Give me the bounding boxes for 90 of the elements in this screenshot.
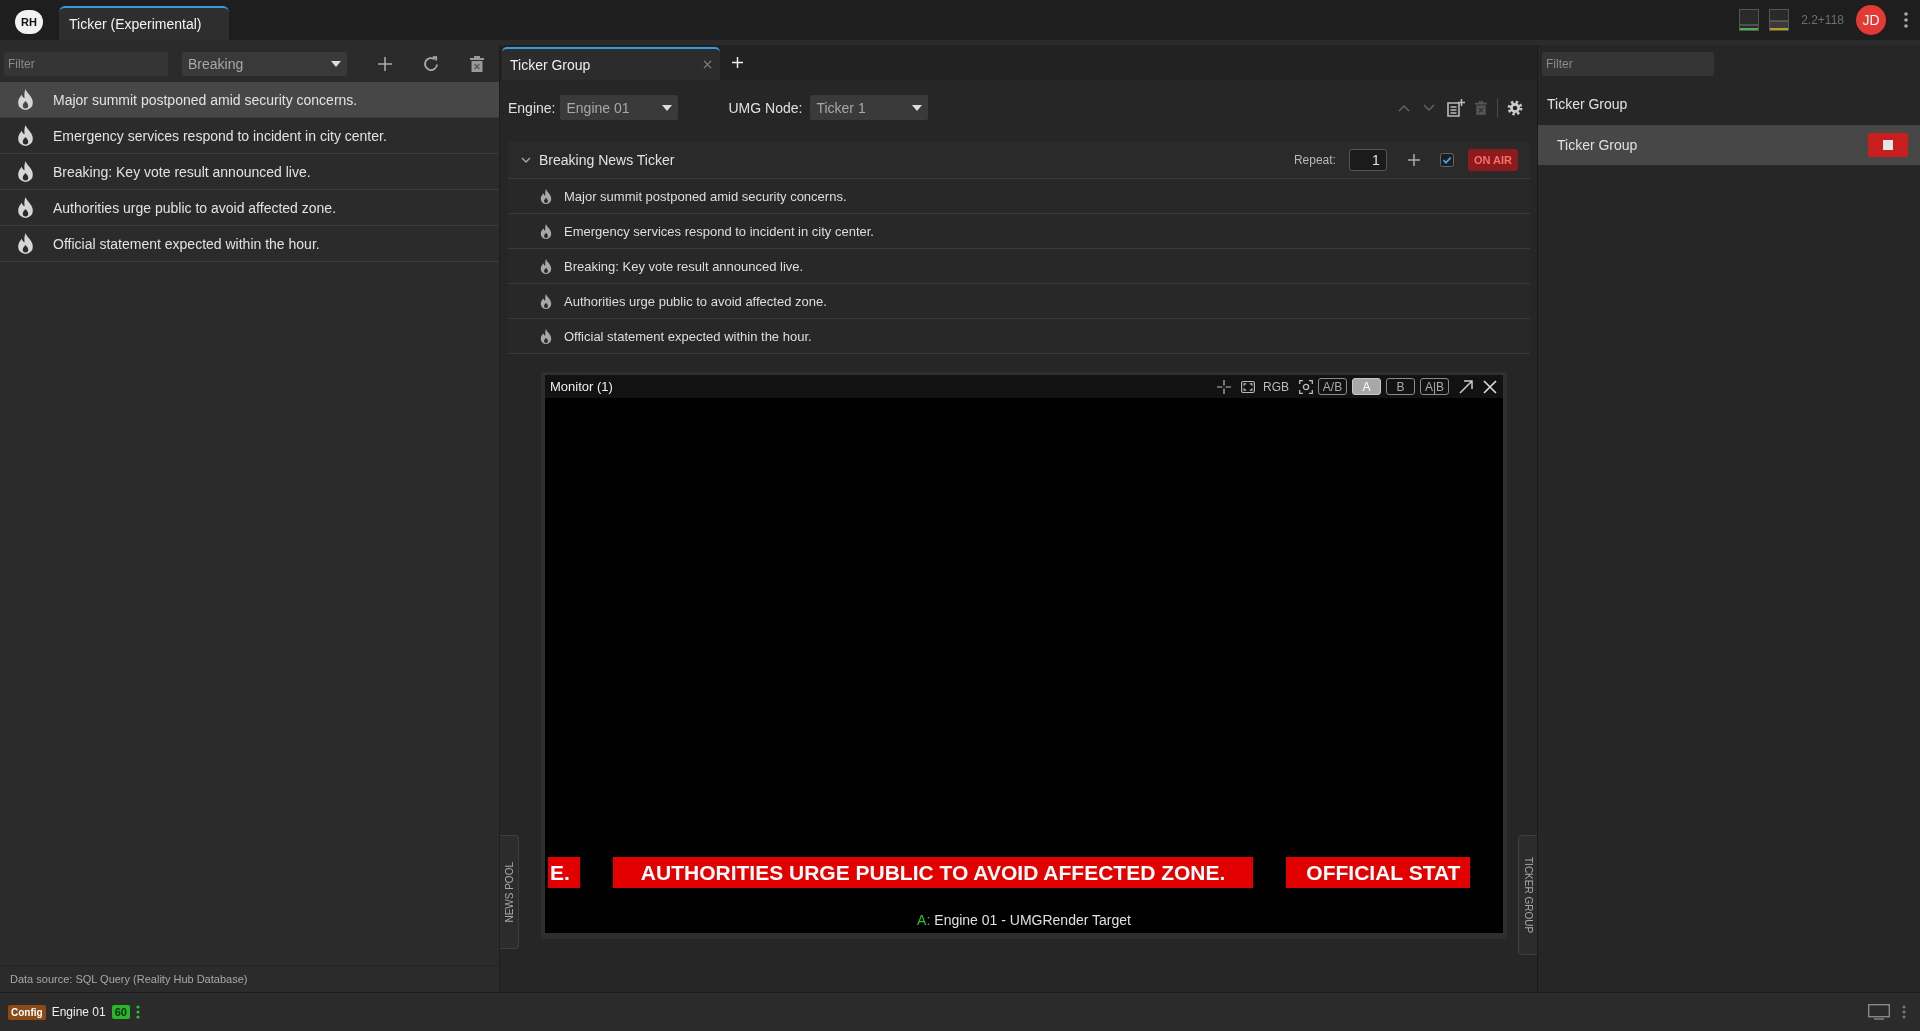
- more-icon[interactable]: [1902, 1005, 1906, 1019]
- user-avatar[interactable]: JD: [1856, 5, 1886, 35]
- ticker-item[interactable]: Major summit postponed amid security concerns.: [508, 179, 1530, 214]
- caret-icon: [912, 104, 923, 111]
- side-panel-tab[interactable]: TICKER GROUP: [1518, 835, 1537, 955]
- umg-node-dropdown[interactable]: Ticker 1: [810, 95, 929, 120]
- group-title: Breaking News Ticker: [539, 152, 675, 168]
- flame-icon: [17, 197, 34, 218]
- ticker-banner: AUTHORITIES URGE PUBLIC TO AVOID AFFECTED ZONE.: [612, 857, 1254, 888]
- stop-icon: [1883, 140, 1893, 150]
- flame-icon: [17, 161, 34, 182]
- refresh-icon[interactable]: [423, 55, 439, 72]
- caret-icon: [331, 60, 341, 67]
- engine-name: Engine 01: [51, 1005, 106, 1019]
- news-item[interactable]: Authorities urge public to avoid affected zone.: [0, 190, 499, 226]
- focus-icon[interactable]: [1299, 379, 1313, 394]
- group-header: Ticker Group: [1546, 94, 1629, 114]
- ticker-item[interactable]: Authorities urge public to avoid affected zone.: [508, 284, 1530, 319]
- news-item[interactable]: Major summit postponed amid security concerns.: [0, 82, 499, 118]
- news-text: Official statement expected within the hour.: [53, 235, 320, 252]
- on-air-badge: ON AIR: [1467, 149, 1518, 171]
- news-text: Breaking: Key vote result announced live.: [53, 163, 311, 180]
- app-tab[interactable]: Ticker (Experimental): [59, 6, 229, 40]
- source-name: Engine 01 - UMGRender Target: [934, 912, 1131, 928]
- engine-dropdown[interactable]: Engine 01: [560, 95, 679, 120]
- mode-badge[interactable]: Config: [8, 1004, 46, 1020]
- news-text: Major summit postponed amid security concerns.: [53, 91, 358, 108]
- flame-icon: [17, 125, 34, 146]
- repeat-label: Repeat:: [1293, 153, 1336, 167]
- fit-screen-icon[interactable]: [1241, 379, 1255, 394]
- chevron-down-icon[interactable]: [1423, 103, 1435, 112]
- channel-button[interactable]: RGB: [1263, 379, 1289, 394]
- engine-label: Engine:: [508, 99, 556, 116]
- group-name: Ticker Group: [1557, 137, 1638, 153]
- filter-field[interactable]: Filter: [1542, 51, 1714, 76]
- ticker-item-text: Emergency services respond to incident in city center.: [564, 223, 874, 239]
- flame-icon: [540, 328, 552, 344]
- settings-icon[interactable]: [1507, 99, 1523, 116]
- news-item[interactable]: Official statement expected within the hour.: [0, 226, 499, 262]
- ticker-item-text: Major summit postponed amid security concerns.: [564, 188, 847, 204]
- ticker-item-text: Official statement expected within the hour.: [564, 328, 812, 344]
- flame-icon: [540, 188, 552, 204]
- editor-tab[interactable]: Ticker Group: [502, 47, 720, 80]
- news-text: Authorities urge public to avoid affected zone.: [53, 199, 337, 216]
- ticker-banner: E.: [548, 857, 580, 888]
- display-icon[interactable]: [1868, 1004, 1890, 1020]
- view-mode-button[interactable]: A/B: [1318, 378, 1347, 395]
- fps-badge: 60: [111, 1005, 130, 1019]
- group-item[interactable]: Ticker Group: [1538, 125, 1920, 165]
- ticker-item[interactable]: Breaking: Key vote result announced live.: [508, 249, 1530, 284]
- add-icon[interactable]: [1407, 154, 1420, 166]
- chevron-up-icon[interactable]: [1398, 103, 1410, 112]
- repeat-field[interactable]: 1: [1348, 149, 1387, 171]
- view-mode-button[interactable]: B: [1386, 378, 1415, 395]
- chevron-down-icon[interactable]: [521, 155, 531, 165]
- ticker-item-text: Breaking: Key vote result announced live.: [564, 258, 804, 274]
- meter-icon[interactable]: [1739, 9, 1760, 31]
- side-panel-tab[interactable]: NEWS POOL: [500, 835, 519, 949]
- performance-stats: 2.2+118: [1801, 13, 1844, 27]
- delete-icon[interactable]: [469, 55, 485, 72]
- ticker-item[interactable]: Emergency services respond to incident in city center.: [508, 214, 1530, 249]
- more-icon[interactable]: [1904, 12, 1908, 28]
- news-item[interactable]: Emergency services respond to incident in city center.: [0, 118, 499, 154]
- news-item[interactable]: Breaking: Key vote result announced live.: [0, 154, 499, 190]
- flame-icon: [540, 258, 552, 274]
- add-tab-icon[interactable]: [732, 57, 743, 68]
- caret-icon: [662, 104, 673, 111]
- category-dropdown[interactable]: Breaking: [182, 51, 347, 76]
- flame-icon: [540, 293, 552, 309]
- checkbox[interactable]: [1439, 153, 1454, 167]
- meter-icon[interactable]: [1769, 9, 1790, 31]
- crosshair-icon[interactable]: [1217, 379, 1231, 394]
- flame-icon: [540, 223, 552, 239]
- monitor-title: Monitor (1): [550, 379, 613, 394]
- add-document-icon[interactable]: [1447, 98, 1465, 117]
- filter-field[interactable]: Filter: [4, 51, 168, 76]
- add-icon[interactable]: [377, 55, 393, 72]
- view-mode-button[interactable]: A|B: [1420, 378, 1449, 395]
- source-label: A:: [917, 912, 931, 928]
- ticker-item-text: Authorities urge public to avoid affected zone.: [564, 293, 827, 309]
- ticker-item[interactable]: Official statement expected within the hour.: [508, 319, 1530, 354]
- app-logo[interactable]: RH: [15, 9, 43, 34]
- flame-icon: [17, 233, 34, 254]
- stop-button[interactable]: [1868, 133, 1908, 157]
- popout-icon[interactable]: [1459, 379, 1473, 394]
- more-icon[interactable]: [135, 1005, 140, 1019]
- news-text: Emergency services respond to incident in city center.: [53, 127, 387, 144]
- flame-icon: [17, 89, 34, 110]
- ticker-banner: OFFICIAL STAT: [1286, 857, 1471, 888]
- umg-node-label: UMG Node:: [728, 99, 803, 116]
